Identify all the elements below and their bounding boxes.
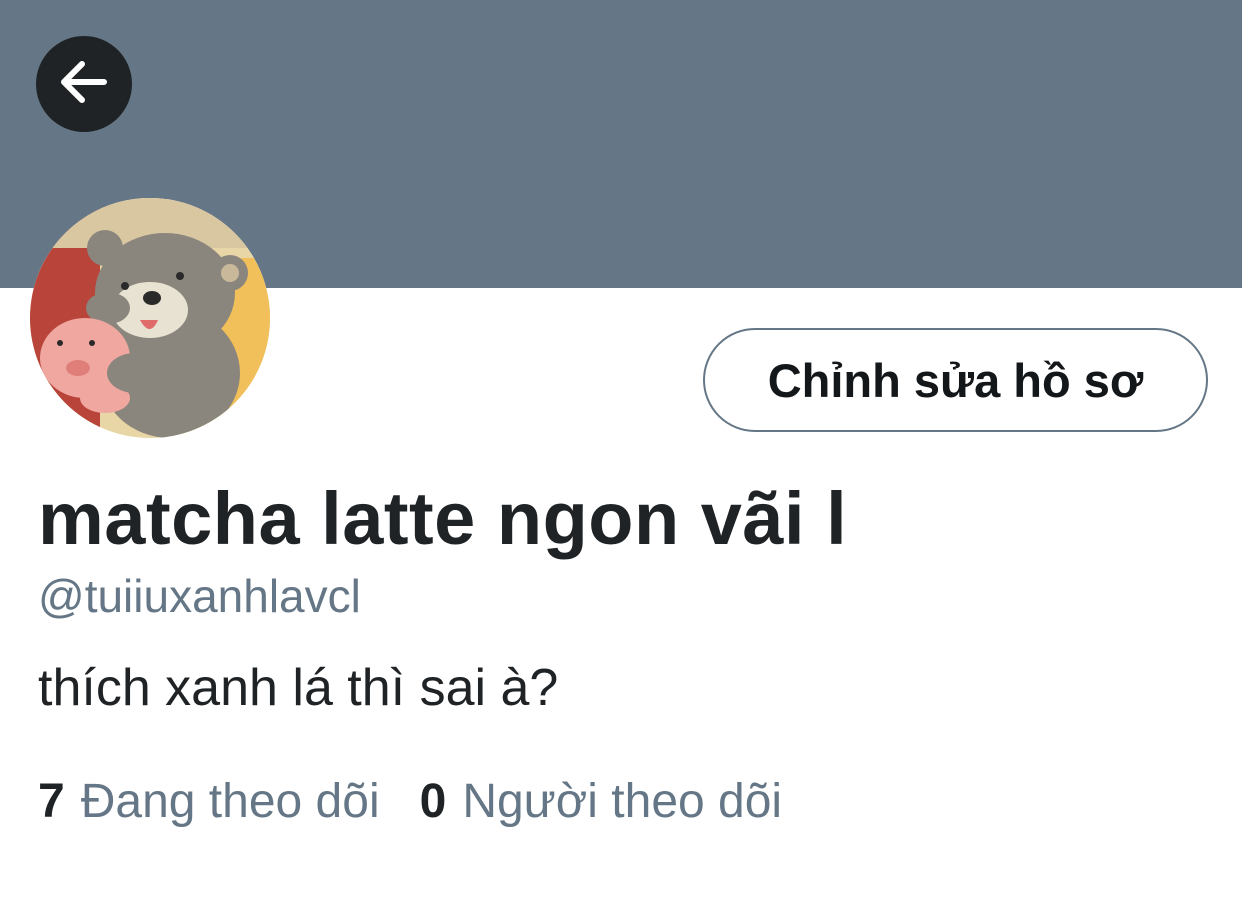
- profile-stats: 7 Đang theo dõi 0 Người theo dõi: [38, 772, 782, 832]
- avatar-illustration: [30, 198, 270, 438]
- following-label: Đang theo dõi: [80, 775, 380, 828]
- profile-page: Chỉnh sửa hồ sơ matcha latte ngon vãi l …: [0, 0, 1242, 906]
- display-name: matcha latte ngon vãi l: [38, 477, 848, 560]
- edit-profile-button[interactable]: Chỉnh sửa hồ sơ: [703, 328, 1208, 432]
- following-stat[interactable]: 7 Đang theo dõi: [38, 772, 380, 832]
- following-count: 7: [38, 775, 65, 828]
- back-button[interactable]: [36, 36, 132, 132]
- arrow-left-icon: [56, 54, 112, 115]
- profile-bio: thích xanh lá thì sai à?: [38, 659, 559, 717]
- followers-stat[interactable]: 0 Người theo dõi: [420, 772, 782, 832]
- user-handle: @tuiiuxanhlavcl: [38, 570, 361, 622]
- followers-count: 0: [419, 775, 447, 828]
- avatar[interactable]: [30, 198, 270, 438]
- followers-label: Người theo dõi: [462, 775, 783, 828]
